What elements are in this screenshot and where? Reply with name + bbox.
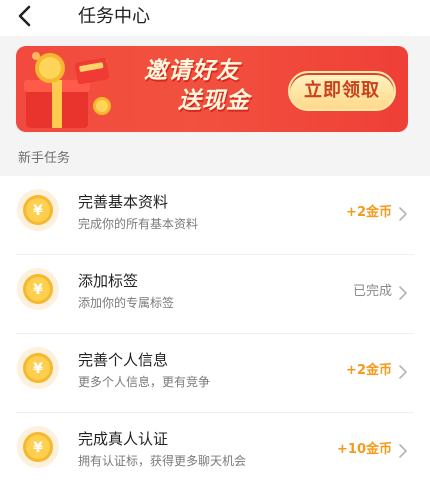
chevron-right-icon — [399, 207, 407, 221]
task-list: ¥ 完善基本资料 完成你的所有基本资料 +2金币 ¥ 添加标签 添加你的专属标签… — [0, 176, 430, 499]
gift-box-icon — [24, 52, 111, 128]
chevron-right-icon — [399, 444, 407, 458]
top-bar: 任务中心 — [0, 0, 430, 36]
task-title: 添加标签 — [78, 272, 139, 290]
task-reward: +10金币 — [337, 442, 392, 457]
claim-now-button[interactable]: 立即领取 — [288, 71, 396, 111]
task-description: 完成你的所有基本资料 — [78, 217, 199, 231]
task-title: 完善基本资料 — [78, 193, 169, 211]
coin-symbol: ¥ — [33, 440, 43, 456]
claim-now-label: 立即领取 — [304, 80, 380, 101]
banner-area: 邀请好友 送现金 立即领取 — [0, 36, 430, 140]
banner-title: 邀请好友 送现金 — [144, 56, 294, 126]
invite-banner[interactable]: 邀请好友 送现金 立即领取 — [16, 46, 408, 132]
task-description: 拥有认证标，获得更多聊天机会 — [78, 454, 247, 468]
coin-icon: ¥ — [17, 426, 59, 468]
task-title: 完成真人认证 — [78, 430, 169, 448]
task-item[interactable]: ¥ 完善个人信息 更多个人信息，更有竞争 +2金币 — [0, 334, 430, 413]
coin-icon: ¥ — [17, 268, 59, 310]
section-title: 新手任务 — [18, 151, 71, 166]
coin-symbol: ¥ — [33, 361, 43, 377]
task-item[interactable]: ¥ 完善基本资料 完成你的所有基本资料 +2金币 — [0, 176, 430, 255]
task-description: 添加你的专属标签 — [78, 296, 175, 310]
banner-line-1: 邀请好友 — [144, 58, 240, 84]
task-item[interactable]: ¥ 添加标签 添加你的专属标签 已完成 — [0, 255, 430, 334]
back-button[interactable] — [14, 2, 38, 30]
task-reward: +2金币 — [346, 363, 392, 378]
task-status-completed: 已完成 — [352, 284, 392, 299]
coin-icon: ¥ — [17, 347, 59, 389]
back-arrow-icon — [18, 5, 31, 27]
coin-symbol: ¥ — [33, 282, 43, 298]
chevron-right-icon — [399, 365, 407, 379]
task-description: 更多个人信息，更有竞争 — [78, 375, 211, 389]
page-title: 任务中心 — [78, 6, 150, 27]
banner-line-2: 送现金 — [178, 88, 250, 114]
task-title: 完善个人信息 — [78, 351, 169, 369]
task-item[interactable]: ¥ 完成真人认证 拥有认证标，获得更多聊天机会 +10金币 — [0, 413, 430, 492]
chevron-right-icon — [399, 286, 407, 300]
section-header: 新手任务 — [0, 140, 430, 176]
coin-symbol: ¥ — [33, 203, 43, 219]
task-reward: +2金币 — [346, 205, 392, 220]
coin-icon: ¥ — [17, 189, 59, 231]
